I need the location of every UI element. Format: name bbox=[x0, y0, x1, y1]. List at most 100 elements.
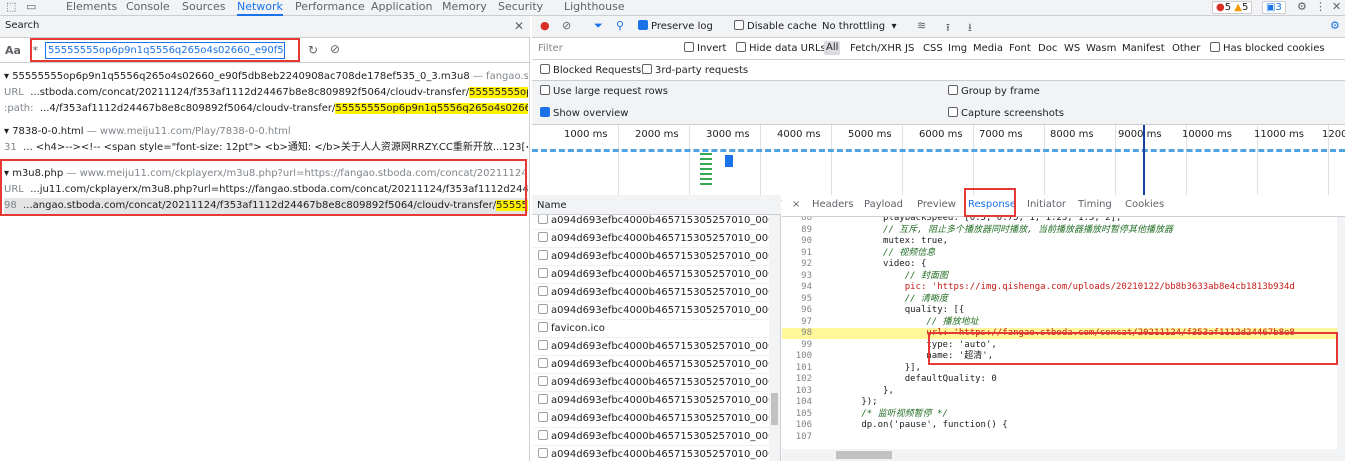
gear-icon[interactable]: ⚙ bbox=[1297, 0, 1307, 14]
request-row[interactable]: favicon.ico bbox=[532, 319, 769, 338]
throttling-select[interactable]: No throttling ▾ bbox=[822, 20, 897, 34]
network-conditions-icon[interactable]: ≋ bbox=[917, 19, 926, 32]
hscrollbar-thumb[interactable] bbox=[836, 451, 892, 459]
issues-badge[interactable]: ●5 ▲5 bbox=[1212, 1, 1253, 14]
filter-input[interactable]: Filter bbox=[538, 42, 563, 56]
type-all[interactable]: All bbox=[824, 41, 841, 55]
tab-elements[interactable]: Elements bbox=[66, 0, 117, 16]
device-toolbar-icon[interactable]: ▭ bbox=[26, 0, 36, 14]
type-manifest[interactable]: Manifest bbox=[1122, 42, 1165, 56]
request-name: a094d693efbc4000b465715305257010_0000012 bbox=[551, 233, 769, 244]
blocked-requests-checkbox[interactable]: Blocked Requests bbox=[540, 64, 641, 78]
type-font[interactable]: Font bbox=[1009, 42, 1031, 56]
result-match[interactable]: :path: ...4/f353af1112d24467b8e8c809892f… bbox=[4, 101, 528, 117]
tab-network[interactable]: Network bbox=[237, 0, 283, 16]
clear-icon[interactable]: ⊘ bbox=[330, 42, 340, 56]
result-file[interactable]: ▾ 55555555op6p9n1q5556q265o4s02660_e90f5… bbox=[4, 69, 528, 85]
code-text: defaultQuality: 0 bbox=[818, 374, 997, 384]
search-pane: Search ✕ Aa .* 55555555op6p9n1q5556q265o… bbox=[0, 16, 530, 461]
response-hscrollbar[interactable] bbox=[782, 449, 1345, 461]
clear-log-icon[interactable]: ⊘ bbox=[562, 19, 571, 32]
close-detail-icon[interactable]: × bbox=[792, 199, 800, 210]
request-row[interactable]: a094d693efbc4000b465715305257010_0000013 bbox=[532, 247, 769, 266]
tab-cookies[interactable]: Cookies bbox=[1125, 199, 1164, 210]
tab-initiator[interactable]: Initiator bbox=[1027, 199, 1066, 210]
request-name: a094d693efbc4000b465715305257010_0000015 bbox=[551, 287, 769, 298]
has-blocked-cookies-checkbox[interactable]: Has blocked cookies bbox=[1210, 42, 1325, 56]
network-settings-icon[interactable]: ⚙ bbox=[1330, 19, 1340, 32]
network-panel: ● ⊘ ⏷ ⚲ Preserve log Disable cache No th… bbox=[532, 16, 1345, 461]
capture-screenshots-checkbox[interactable]: Capture screenshots bbox=[948, 107, 1064, 121]
request-row[interactable]: a094d693efbc4000b465715305257010_0000022 bbox=[532, 427, 769, 446]
filter-icon[interactable]: ⏷ bbox=[594, 19, 603, 33]
type-js[interactable]: JS bbox=[905, 42, 914, 56]
tab-memory[interactable]: Memory bbox=[442, 0, 487, 16]
hide-data-urls-checkbox[interactable]: Hide data URLs bbox=[736, 42, 826, 56]
tab-application[interactable]: Application bbox=[371, 0, 432, 16]
result-match[interactable]: URL ...stboda.com/concat/20211124/f353af… bbox=[4, 85, 528, 101]
request-row[interactable]: a094d693efbc4000b465715305257010_0000012 bbox=[532, 229, 769, 248]
request-row[interactable]: a094d693efbc4000b465715305257010_0000019 bbox=[532, 373, 769, 392]
name-column-header[interactable]: Name bbox=[537, 200, 567, 211]
request-row[interactable]: a094d693efbc4000b465715305257010_0000020 bbox=[532, 391, 769, 410]
tab-payload[interactable]: Payload bbox=[864, 199, 903, 210]
export-har-icon[interactable]: ⭳ bbox=[968, 19, 972, 38]
tab-preview[interactable]: Preview bbox=[917, 199, 956, 210]
type-ws[interactable]: WS bbox=[1064, 42, 1080, 56]
search-icon[interactable]: ⚲ bbox=[616, 19, 624, 32]
request-row[interactable]: a094d693efbc4000b465715305257010_0000017 bbox=[532, 337, 769, 356]
more-icon[interactable]: ⋮ bbox=[1315, 0, 1326, 14]
show-overview-checkbox[interactable]: Show overview bbox=[540, 107, 629, 121]
type-media[interactable]: Media bbox=[973, 42, 1003, 56]
group-by-frame-checkbox[interactable]: Group by frame bbox=[948, 85, 1040, 99]
messages-badge[interactable]: ▣3 bbox=[1262, 1, 1286, 14]
close-icon[interactable]: ✕ bbox=[1332, 0, 1341, 14]
tab-timing[interactable]: Timing bbox=[1078, 199, 1112, 210]
invert-checkbox[interactable]: Invert bbox=[684, 42, 726, 56]
tab-sources[interactable]: Sources bbox=[182, 0, 226, 16]
tab-performance[interactable]: Performance bbox=[295, 0, 365, 16]
line-number: 103 bbox=[795, 385, 812, 396]
request-row[interactable]: a094d693efbc4000b465715305257010_0000018 bbox=[532, 355, 769, 374]
request-row[interactable]: a094d693efbc4000b465715305257010_0000023 bbox=[532, 445, 769, 461]
file-icon bbox=[538, 268, 548, 278]
code-line: 106 dp.on('pause', function() { bbox=[782, 420, 1337, 431]
type-img[interactable]: Img bbox=[948, 42, 967, 56]
type-wasm[interactable]: Wasm bbox=[1086, 42, 1116, 56]
refresh-icon[interactable]: ↻ bbox=[308, 43, 318, 57]
third-party-checkbox[interactable]: 3rd-party requests bbox=[642, 64, 748, 78]
match-case-toggle[interactable]: Aa bbox=[5, 44, 21, 57]
result-match[interactable]: 31 ... <h4>--><!-- <span style="font-siz… bbox=[4, 140, 528, 156]
tab-security[interactable]: Security bbox=[498, 0, 543, 16]
import-har-icon[interactable]: ⭱ bbox=[946, 19, 950, 38]
request-list-scrollbar[interactable] bbox=[769, 215, 780, 461]
request-row[interactable]: a094d693efbc4000b465715305257010_0000011 bbox=[532, 215, 769, 230]
code-text: }); bbox=[818, 397, 878, 407]
preserve-log-checkbox[interactable]: Preserve log bbox=[638, 20, 713, 34]
tab-console[interactable]: Console bbox=[126, 0, 170, 16]
request-row[interactable]: a094d693efbc4000b465715305257010_0000016 bbox=[532, 301, 769, 320]
scrollbar-thumb[interactable] bbox=[771, 393, 778, 425]
record-icon[interactable]: ● bbox=[540, 19, 550, 32]
request-row[interactable]: a094d693efbc4000b465715305257010_0000014 bbox=[532, 265, 769, 284]
disable-cache-checkbox[interactable]: Disable cache bbox=[734, 20, 817, 34]
tab-lighthouse[interactable]: Lighthouse bbox=[564, 0, 625, 16]
response-scrollbar[interactable] bbox=[1337, 217, 1345, 449]
line-number: 88 bbox=[801, 217, 812, 223]
result-file[interactable]: ▾ 7838-0-0.html — www.meiju11.com/Play/7… bbox=[4, 124, 528, 140]
options-panel: Use large request rows Group by frame Sh… bbox=[532, 81, 1345, 125]
request-row[interactable]: a094d693efbc4000b465715305257010_0000021 bbox=[532, 409, 769, 428]
request-row[interactable]: a094d693efbc4000b465715305257010_0000015 bbox=[532, 283, 769, 302]
tab-headers[interactable]: Headers bbox=[812, 199, 854, 210]
network-toolbar: ● ⊘ ⏷ ⚲ Preserve log Disable cache No th… bbox=[532, 16, 1345, 38]
inspect-element-icon[interactable]: ⬚ bbox=[6, 0, 16, 14]
tick-label: 4000 ms bbox=[777, 129, 821, 140]
close-search-icon[interactable]: ✕ bbox=[514, 19, 524, 33]
large-rows-checkbox[interactable]: Use large request rows bbox=[540, 85, 668, 99]
type-css[interactable]: CSS bbox=[923, 42, 943, 56]
type-fetch-xhr[interactable]: Fetch/XHR bbox=[850, 42, 902, 56]
type-doc[interactable]: Doc bbox=[1038, 42, 1057, 56]
line-number: 89 bbox=[801, 224, 812, 235]
timeline-overview[interactable]: 1000 ms 2000 ms 3000 ms 4000 ms 5000 ms … bbox=[532, 125, 1345, 201]
type-other[interactable]: Other bbox=[1172, 42, 1200, 56]
